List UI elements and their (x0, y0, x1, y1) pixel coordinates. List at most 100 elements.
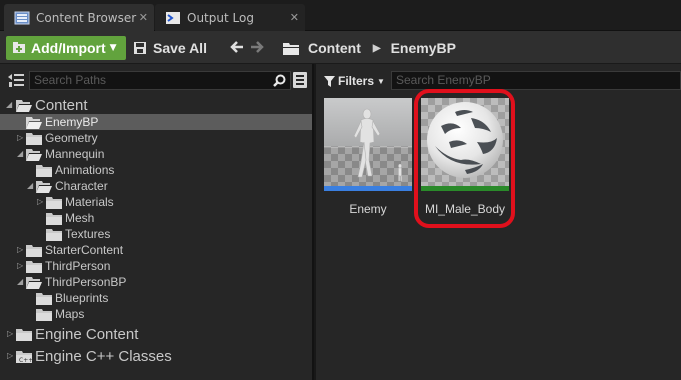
tree-item-label: Engine Content (35, 325, 139, 343)
asset-tile-enemy[interactable]: Enemy (324, 98, 412, 216)
collapsed-arrow-icon[interactable]: ▷ (7, 352, 15, 360)
tree-item-content[interactable]: ◢ Content (0, 96, 312, 114)
add-import-label: Add/Import (31, 40, 106, 56)
collapsed-arrow-icon[interactable]: ▷ (7, 330, 15, 338)
chevron-right-icon[interactable]: ▶ (373, 43, 381, 54)
tree-item-label: Animations (55, 163, 115, 177)
search-paths-input[interactable]: Search Paths (29, 71, 291, 90)
folder-open-icon (26, 148, 42, 161)
tree-item-label: EnemyBP (45, 115, 99, 129)
folder-icon (46, 228, 62, 241)
folder-icon (36, 308, 52, 321)
tab-bar: Content Browser ✕ Output Log ✕ (0, 0, 681, 31)
breadcrumb-item-content[interactable]: Content (308, 40, 361, 56)
search-assets-input[interactable]: Search EnemyBP (391, 71, 681, 90)
cpp-folder-icon: C++ (16, 350, 33, 364)
tree-item-startercontent[interactable]: ▷ StarterContent (0, 242, 312, 258)
breadcrumb: Content ▶ EnemyBP (283, 37, 456, 59)
save-all-label: Save All (153, 40, 207, 56)
tree-item-label: Mannequin (45, 147, 105, 161)
tree-item-label: Geometry (45, 131, 98, 145)
collapsed-arrow-icon[interactable]: ▷ (17, 262, 25, 270)
folder-icon (16, 328, 32, 341)
tree-item-thirdpersonbp[interactable]: ◢ ThirdPersonBP (0, 274, 312, 290)
tree-item-label: Content (35, 96, 88, 114)
content-browser-icon (14, 11, 30, 25)
tree-item-engine-cpp-classes[interactable]: ▷ C++ Engine C++ Classes (0, 347, 312, 365)
filters-label: Filters (338, 74, 375, 88)
tree-item-label: ThirdPerson (45, 259, 111, 273)
close-icon[interactable]: ✕ (290, 11, 299, 24)
folder-open-icon (36, 180, 52, 193)
tree-item-mannequin[interactable]: ◢ Mannequin (0, 146, 312, 162)
folder-open-icon (26, 116, 42, 129)
tree-item-engine-content[interactable]: ▷ Engine Content (0, 325, 312, 343)
tree-item-label: StarterContent (45, 243, 124, 257)
folder-icon (46, 196, 62, 209)
save-icon (133, 41, 147, 55)
tab-output-log[interactable]: Output Log ✕ (155, 4, 305, 31)
tree-item-animations[interactable]: Animations (0, 162, 312, 178)
folder-icon (46, 212, 62, 225)
tree-item-geometry[interactable]: ▷ Geometry (0, 130, 312, 146)
asset-name: Enemy (349, 202, 387, 216)
tree-item-enemybp[interactable]: EnemyBP (0, 114, 312, 130)
tree-item-mesh[interactable]: Mesh (0, 210, 312, 226)
folder-icon (26, 132, 42, 145)
tree-item-label: Materials (65, 195, 114, 209)
tree-item-character[interactable]: ◢ Character (0, 178, 312, 194)
tree-view-icon[interactable] (7, 73, 25, 89)
tree-item-blueprints[interactable]: Blueprints (0, 290, 312, 306)
folder-open-icon (16, 99, 32, 112)
filter-icon (324, 75, 335, 87)
asset-view-panel: Filters ▼ Search EnemyBP Enemy MI_Male_B… (316, 64, 681, 380)
tree-item-textures[interactable]: Textures (0, 226, 312, 242)
asset-thumbnail (324, 98, 412, 186)
expanded-arrow-icon[interactable]: ◢ (27, 182, 35, 190)
sources-panel: Search Paths ◢ Content EnemyBP ▷ Geometr… (0, 64, 314, 380)
close-icon[interactable]: ✕ (139, 11, 148, 24)
expanded-arrow-icon[interactable]: ◢ (17, 278, 25, 286)
tab-label: Content Browser (36, 10, 137, 25)
asset-type-bar (324, 186, 412, 191)
tree-item-label: Character (55, 179, 108, 193)
tree-item-label: Mesh (65, 211, 95, 225)
search-assets-placeholder: Search EnemyBP (396, 73, 491, 87)
tree-item-label: Blueprints (55, 291, 109, 305)
toolbar: Add/Import ▼ Save All Content ▶ EnemyBP (0, 31, 681, 64)
collapsed-arrow-icon[interactable]: ▷ (17, 134, 25, 142)
tab-label: Output Log (187, 10, 254, 25)
folder-icon (283, 42, 299, 55)
tree-item-label: Textures (65, 227, 111, 241)
add-import-button[interactable]: Add/Import ▼ (6, 36, 126, 60)
search-paths-placeholder: Search Paths (34, 73, 107, 87)
folder-open-icon (26, 276, 42, 289)
forward-arrow-icon[interactable] (249, 39, 265, 55)
highlight-annotation (414, 89, 515, 228)
tree-item-thirdperson[interactable]: ▷ ThirdPerson (0, 258, 312, 274)
folder-icon (26, 244, 42, 257)
search-icon (273, 74, 286, 87)
tree-item-maps[interactable]: Maps (0, 306, 312, 322)
collapsed-arrow-icon[interactable]: ▷ (37, 198, 45, 206)
tree-item-label: ThirdPersonBP (45, 275, 127, 289)
chevron-down-icon: ▼ (377, 76, 385, 86)
folder-icon (36, 292, 52, 305)
add-icon (11, 40, 27, 56)
tree-item-label: Engine C++ Classes (35, 347, 172, 365)
expanded-arrow-icon[interactable]: ◢ (6, 101, 14, 109)
filters-button[interactable]: Filters ▼ (324, 72, 385, 90)
chevron-down-icon: ▼ (109, 43, 117, 53)
folder-icon (26, 260, 42, 273)
output-log-icon (165, 11, 181, 25)
collapsed-arrow-icon[interactable]: ▷ (17, 246, 25, 254)
folder-icon (36, 164, 52, 177)
breadcrumb-item-enemybp[interactable]: EnemyBP (391, 40, 456, 56)
save-all-button[interactable]: Save All (133, 37, 207, 59)
list-view-icon[interactable] (293, 72, 307, 88)
tree-item-materials[interactable]: ▷ Materials (0, 194, 312, 210)
svg-text:C++: C++ (19, 357, 32, 363)
expanded-arrow-icon[interactable]: ◢ (17, 150, 25, 158)
back-arrow-icon[interactable] (229, 39, 245, 55)
tab-content-browser[interactable]: Content Browser ✕ (4, 4, 154, 31)
